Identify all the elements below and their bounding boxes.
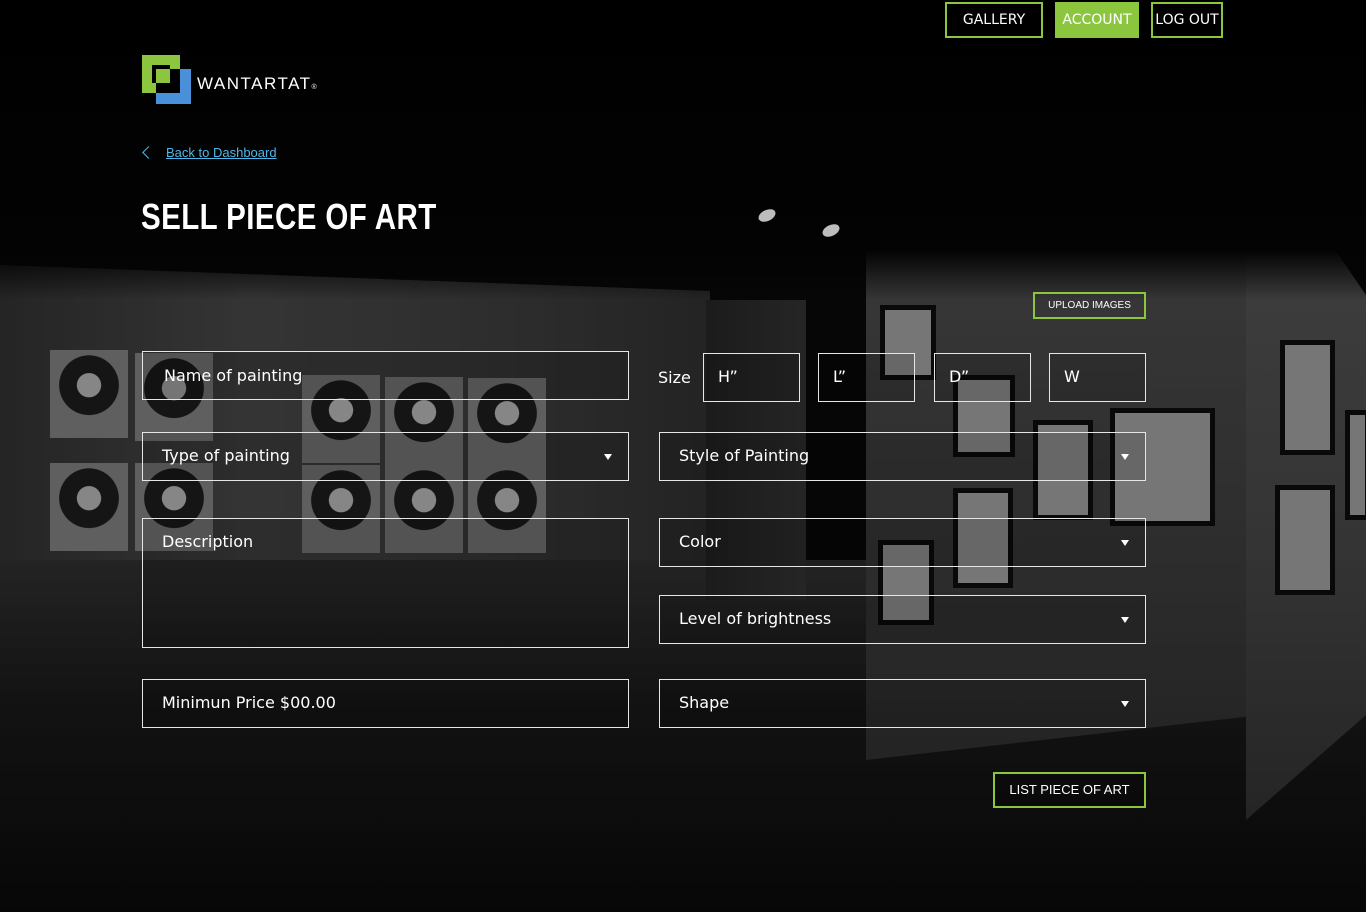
caret-down-icon [604, 454, 612, 460]
size-width-placeholder: W [1064, 367, 1080, 386]
size-depth-input[interactable]: D” [934, 353, 1031, 402]
brightness-placeholder: Level of brightness [679, 609, 832, 628]
size-length-input[interactable]: L” [818, 353, 915, 402]
size-length-placeholder: L” [833, 367, 846, 386]
logo-mark-blue [156, 69, 191, 104]
color-placeholder: Color [679, 532, 721, 551]
description-textarea[interactable]: Description [142, 518, 629, 648]
minimum-price-input[interactable]: Minimun Price $00.00 [142, 679, 629, 728]
caret-down-icon [1121, 540, 1129, 546]
back-link-text[interactable]: Back to Dashboard [166, 145, 277, 160]
back-to-dashboard-link[interactable]: Back to Dashboard [140, 145, 277, 160]
size-height-placeholder: H” [718, 367, 738, 386]
brand-logo[interactable]: WANTARTAT® [142, 55, 342, 105]
shape-placeholder: Shape [679, 693, 730, 712]
size-label: Size [658, 368, 691, 387]
brightness-select[interactable]: Level of brightness [659, 595, 1146, 644]
nav-logout-button[interactable]: LOG OUT [1151, 2, 1223, 38]
size-width-input[interactable]: W [1049, 353, 1146, 402]
chevron-left-icon [142, 146, 155, 159]
description-placeholder: Description [162, 532, 254, 551]
minimum-price-placeholder: Minimun Price $00.00 [162, 693, 336, 712]
list-piece-of-art-button[interactable]: LIST PIECE OF ART [993, 772, 1146, 808]
painting-style-select[interactable]: Style of Painting [659, 432, 1146, 481]
painting-style-placeholder: Style of Painting [679, 446, 810, 465]
caret-down-icon [1121, 701, 1129, 707]
color-select[interactable]: Color [659, 518, 1146, 567]
size-height-input[interactable]: H” [703, 353, 800, 402]
painting-type-select[interactable]: Type of painting [142, 432, 629, 481]
nav-gallery-button[interactable]: GALLERY [945, 2, 1043, 38]
page-title: SELL PIECE OF ART [141, 196, 437, 237]
size-depth-placeholder: D” [949, 367, 970, 386]
painting-name-placeholder: Name of painting [164, 366, 303, 385]
caret-down-icon [1121, 617, 1129, 623]
nav-account-button[interactable]: ACCOUNT [1055, 2, 1139, 38]
painting-name-input[interactable]: Name of painting [142, 351, 629, 400]
logo-wordmark: WANTARTAT® [197, 74, 317, 93]
shape-select[interactable]: Shape [659, 679, 1146, 728]
upload-images-button[interactable]: UPLOAD IMAGES [1033, 292, 1146, 319]
painting-type-placeholder: Type of painting [162, 446, 290, 465]
caret-down-icon [1121, 454, 1129, 460]
